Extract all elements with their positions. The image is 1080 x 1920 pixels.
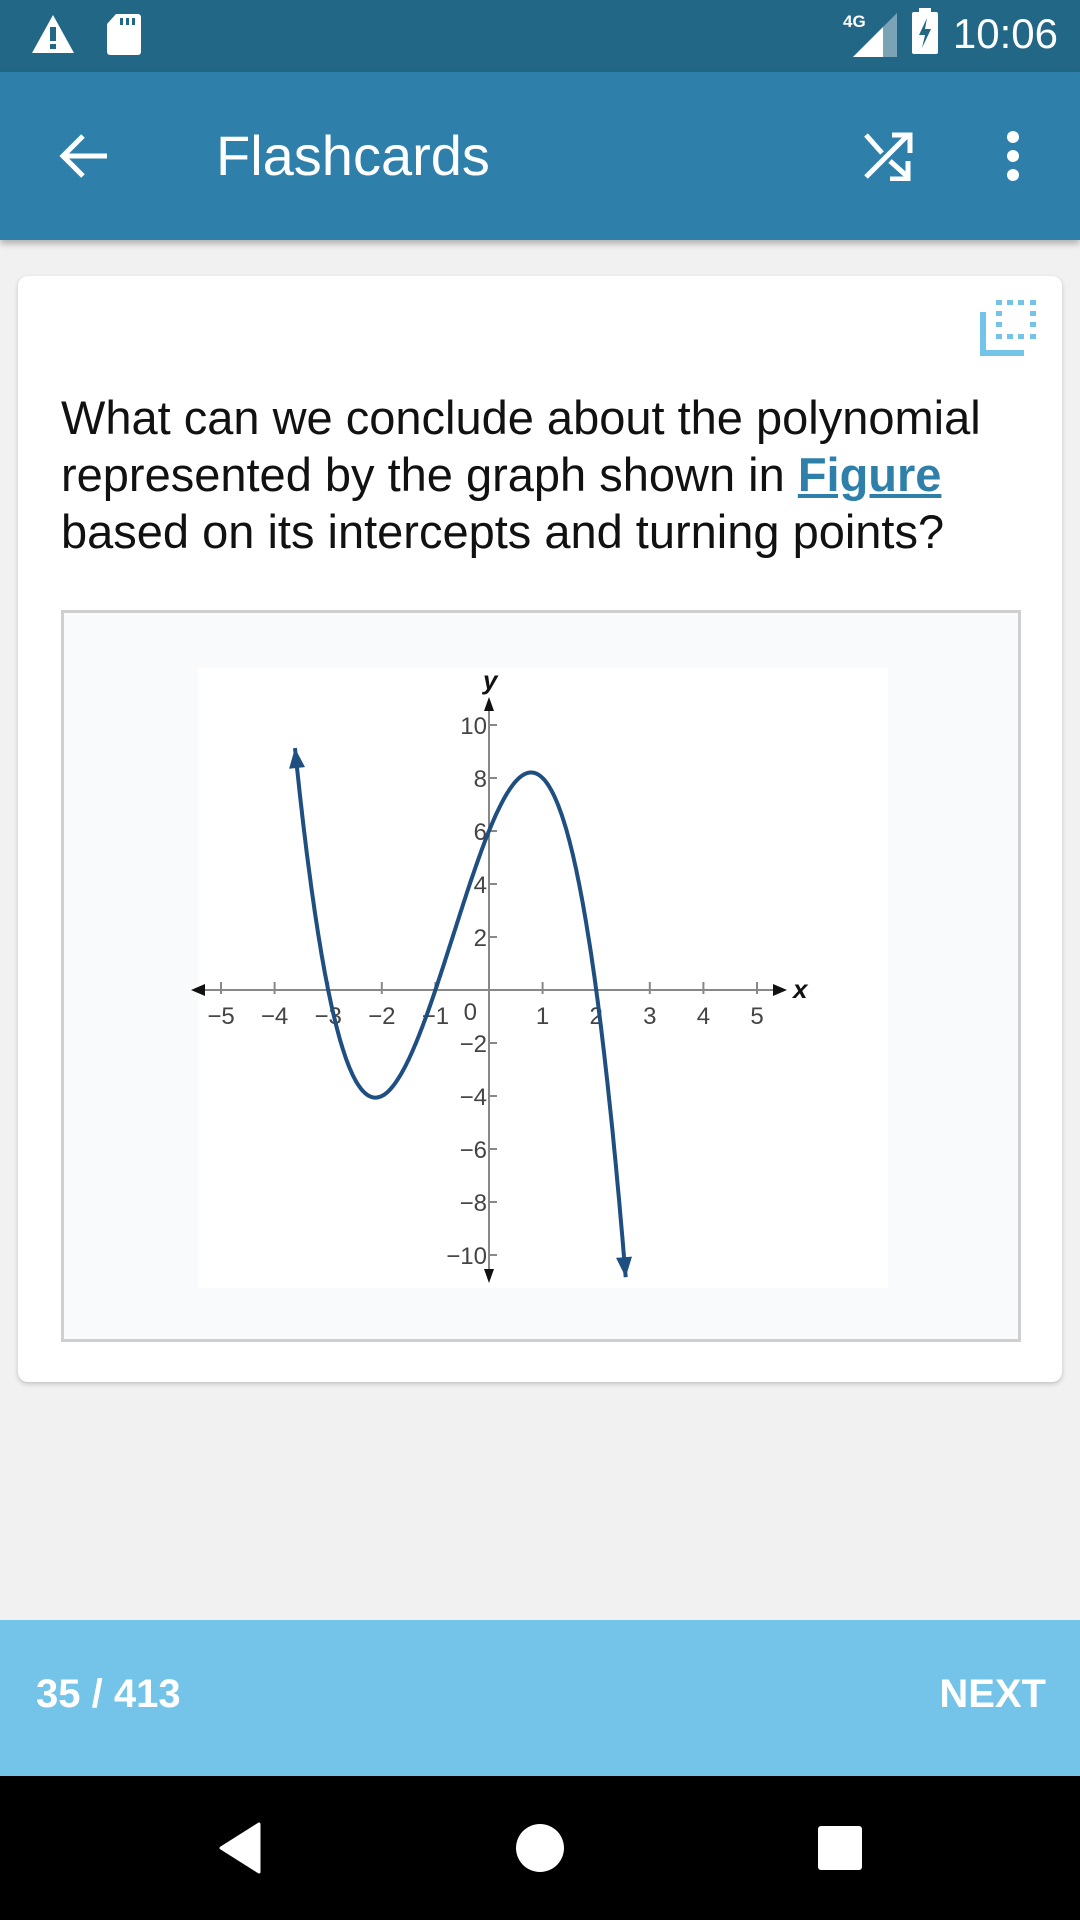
copy-icon[interactable] — [980, 298, 1060, 378]
y-tick-label: −6 — [460, 1137, 487, 1164]
x-tick-label: 4 — [697, 1003, 710, 1030]
x-tick-label: −2 — [368, 1003, 395, 1030]
x-tick-label: −4 — [261, 1003, 288, 1030]
warning-icon — [30, 13, 76, 60]
nav-home-button[interactable] — [508, 1816, 572, 1880]
flashcard[interactable]: What can we conclude about the polynomia… — [18, 276, 1062, 1382]
status-bar: 4G 10:06 — [0, 0, 1080, 72]
more-vert-icon — [1007, 131, 1019, 181]
card-counter: 35 / 413 — [36, 1672, 181, 1716]
recents-square-icon — [818, 1826, 862, 1870]
next-button[interactable]: NEXT — [939, 1672, 1046, 1717]
y-tick-label: 8 — [474, 766, 487, 793]
page-title: Flashcards — [216, 124, 490, 187]
signal-icon: 4G — [843, 9, 897, 59]
y-tick-label: −2 — [460, 1031, 487, 1058]
x-tick-label: 3 — [643, 1003, 656, 1030]
network-type-label: 4G — [843, 12, 866, 31]
back-triangle-icon — [219, 1822, 261, 1874]
nav-recents-button[interactable] — [808, 1816, 872, 1880]
home-circle-icon — [516, 1824, 564, 1872]
clock: 10:06 — [952, 9, 1058, 57]
x-tick-label: 1 — [536, 1003, 549, 1030]
shuffle-button[interactable] — [854, 124, 922, 188]
question-text-part: based on its intercepts and turning poin… — [61, 505, 945, 558]
navigation-bar — [0, 1776, 1080, 1920]
battery-charging-icon — [911, 8, 939, 59]
y-axis-label: y — [481, 665, 499, 695]
figure-link[interactable]: Figure — [798, 448, 942, 501]
y-tick-label: 10 — [460, 713, 487, 740]
x-tick-label: 5 — [750, 1003, 763, 1030]
more-options-button[interactable] — [990, 124, 1036, 188]
y-tick-label: −4 — [460, 1084, 487, 1111]
x-tick-label: −5 — [207, 1003, 234, 1030]
shuffle-icon — [864, 132, 913, 181]
figure-image: xy −5 −4 −3 −2 −1 1 2 3 4 5 0 10 8 6 4 2 −2 −4 −6 −8 −10 — [61, 610, 1021, 1342]
y-tick-label: −10 — [446, 1243, 487, 1270]
y-tick-label: 4 — [474, 872, 487, 899]
sd-card-icon — [106, 12, 142, 61]
question-text: What can we conclude about the polynomia… — [61, 389, 1041, 560]
y-tick-label: −8 — [460, 1190, 487, 1217]
origin-label: 0 — [464, 999, 477, 1026]
x-axis-label: x — [791, 974, 809, 1004]
app-bar: Flashcards — [0, 72, 1080, 240]
arrow-left-icon — [59, 134, 107, 178]
bottom-bar: 35 / 413 NEXT — [0, 1620, 1080, 1776]
polynomial-graph: xy −5 −4 −3 −2 −1 1 2 3 4 50108642−2−4−6−8−10 — [191, 665, 888, 1288]
back-button[interactable] — [52, 124, 116, 188]
y-tick-label: 2 — [474, 925, 487, 952]
nav-back-button[interactable] — [208, 1816, 272, 1880]
